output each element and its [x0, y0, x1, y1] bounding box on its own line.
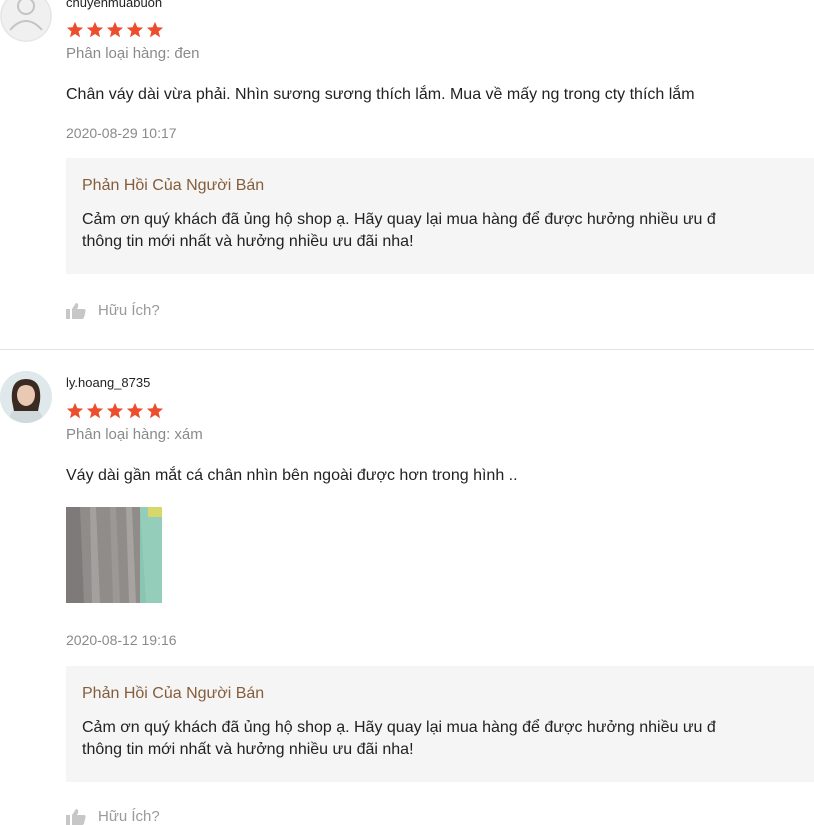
- star-icon: [126, 21, 144, 38]
- product-variation: Phân loại hàng: đen: [66, 45, 200, 62]
- seller-reply: Phản Hồi Của Người Bán Cảm ơn quý khách …: [66, 158, 814, 274]
- seller-reply-text: Cảm ơn quý khách đã ủng hộ shop ạ. Hãy q…: [82, 209, 814, 253]
- review-timestamp: 2020-08-12 19:16: [66, 632, 177, 648]
- seller-reply-line: thông tin mới nhất và hưởng nhiều ưu đãi…: [82, 741, 414, 758]
- star-icon: [146, 21, 164, 38]
- seller-reply-title: Phản Hồi Của Người Bán: [82, 685, 265, 702]
- rating-stars: [66, 402, 164, 422]
- avatar[interactable]: [0, 0, 52, 42]
- review-comment: Chân váy dài vừa phải. Nhìn sương sương …: [66, 86, 695, 103]
- star-icon: [106, 402, 124, 419]
- seller-reply-title: Phản Hồi Của Người Bán: [82, 177, 265, 194]
- helpful-button[interactable]: Hữu Ích?: [66, 808, 160, 825]
- review-image-thumbnail[interactable]: [66, 507, 162, 603]
- seller-reply-text: Cảm ơn quý khách đã ủng hộ shop ạ. Hãy q…: [82, 717, 814, 761]
- avatar[interactable]: [0, 371, 52, 423]
- star-icon: [146, 402, 164, 419]
- helpful-label: Hữu Ích?: [98, 808, 160, 825]
- user-photo-icon: [0, 371, 52, 423]
- reviewer-username[interactable]: ly.hoang_8735: [66, 375, 150, 390]
- helpful-label: Hữu Ích?: [98, 302, 160, 319]
- product-variation: Phân loại hàng: xám: [66, 426, 203, 443]
- star-icon: [66, 21, 84, 38]
- star-icon: [106, 21, 124, 38]
- star-icon: [86, 21, 104, 38]
- reviewer-username[interactable]: chuyenmuabuon: [66, 0, 162, 10]
- seller-reply-line: thông tin mới nhất và hưởng nhiều ưu đãi…: [82, 233, 414, 250]
- star-icon: [66, 402, 84, 419]
- rating-stars: [66, 21, 164, 41]
- seller-reply: Phản Hồi Của Người Bán Cảm ơn quý khách …: [66, 666, 814, 782]
- star-icon: [126, 402, 144, 419]
- thumbs-up-icon: [66, 302, 86, 319]
- star-icon: [86, 402, 104, 419]
- review-item: ly.hoang_8735 Phân loại hàng: xám Váy dà…: [0, 350, 814, 825]
- review-comment: Váy dài gần mắt cá chân nhìn bên ngoài đ…: [66, 467, 518, 484]
- user-icon: [0, 0, 52, 42]
- review-timestamp: 2020-08-29 10:17: [66, 125, 177, 141]
- thumbs-up-icon: [66, 808, 86, 825]
- seller-reply-line: Cảm ơn quý khách đã ủng hộ shop ạ. Hãy q…: [82, 719, 716, 736]
- seller-reply-line: Cảm ơn quý khách đã ủng hộ shop ạ. Hãy q…: [82, 211, 716, 228]
- review-item: chuyenmuabuon Phân loại hàng: đen Chân v…: [0, 0, 814, 349]
- helpful-button[interactable]: Hữu Ích?: [66, 302, 160, 319]
- review-photo: [66, 507, 162, 603]
